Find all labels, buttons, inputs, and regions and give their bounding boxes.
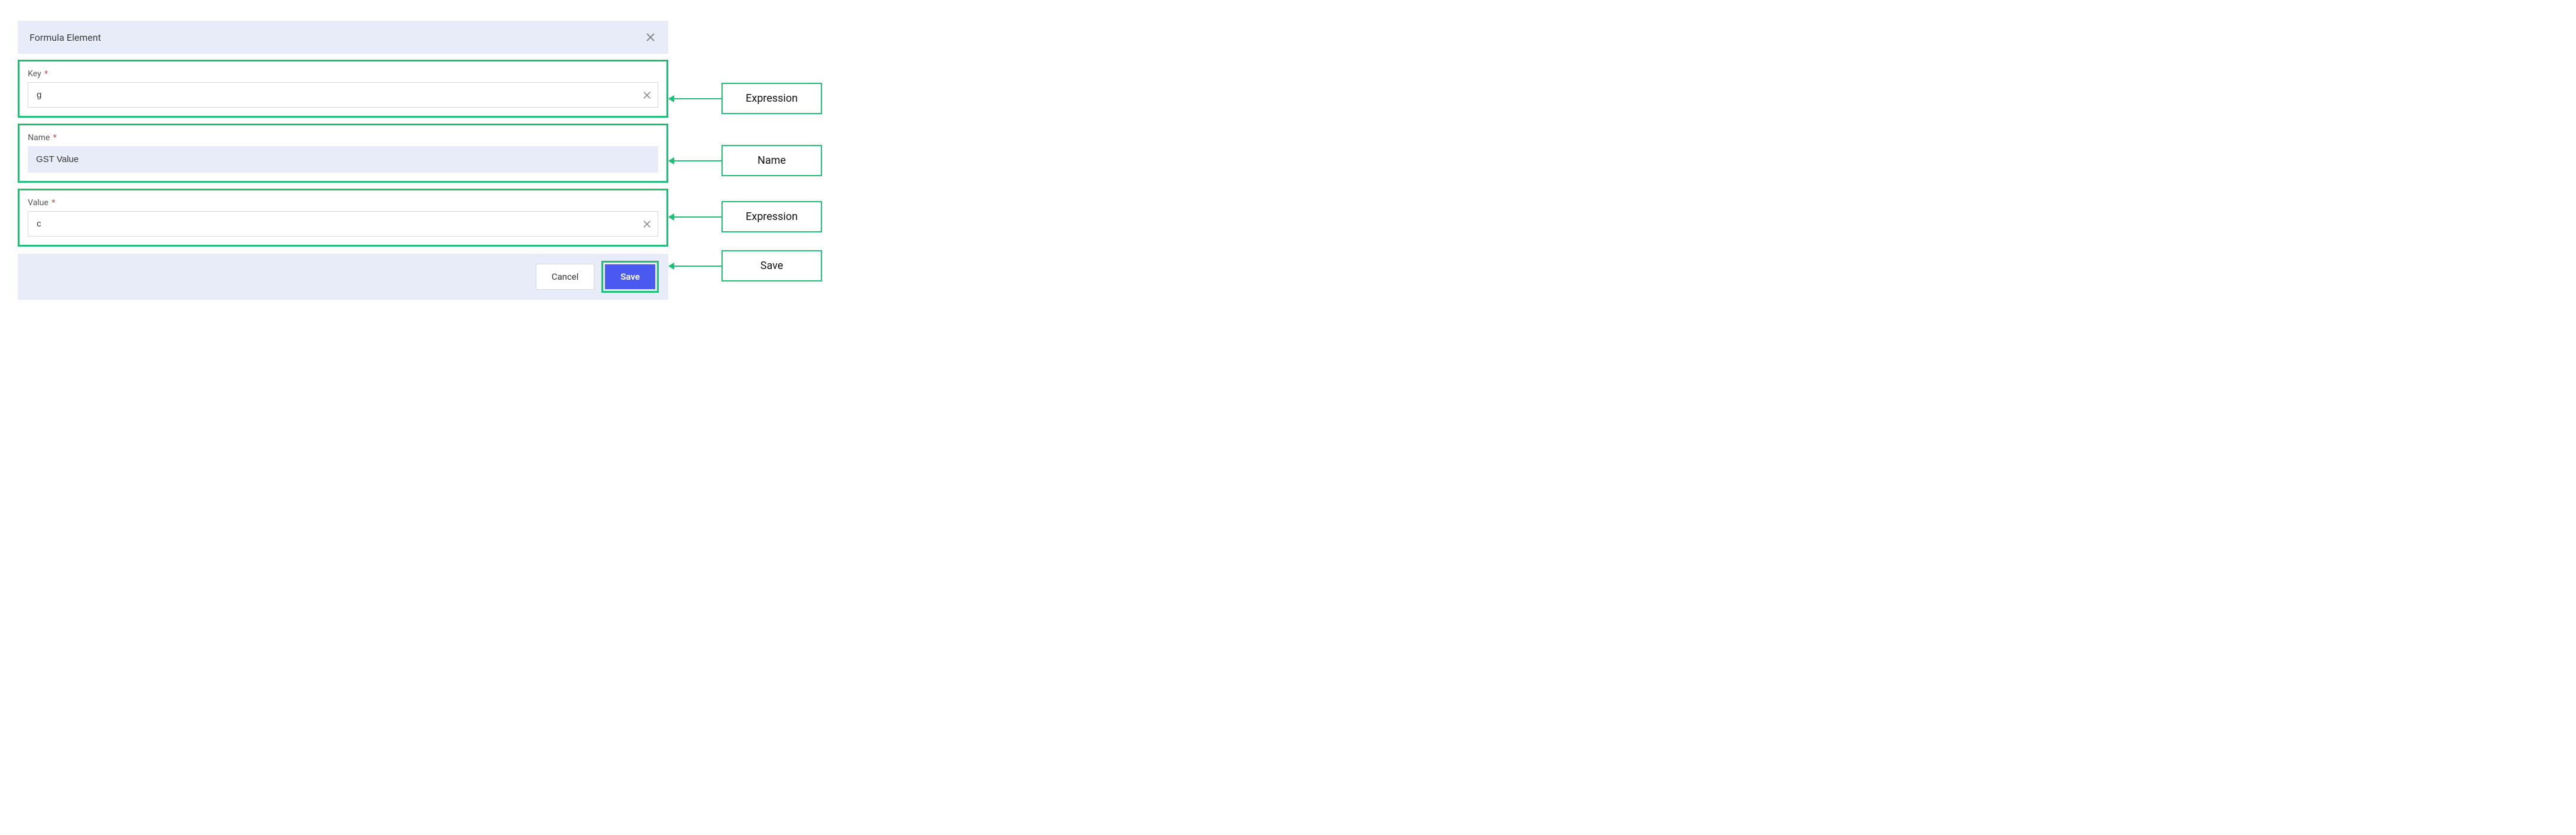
dialog-title: Formula Element — [30, 32, 101, 43]
value-label: Value * — [28, 198, 55, 208]
annotation-row-value: Expression — [668, 201, 822, 232]
formula-element-dialog: Formula Element Key * Name * — [18, 21, 668, 300]
annotation-row-key: Expression — [668, 83, 822, 114]
annotation-name: Name — [721, 145, 822, 176]
required-star: * — [43, 69, 48, 79]
save-button[interactable]: Save — [605, 264, 655, 289]
name-input[interactable] — [28, 146, 658, 173]
dialog-header: Formula Element — [18, 21, 668, 54]
value-input[interactable] — [28, 211, 658, 237]
key-label: Key * — [28, 69, 48, 79]
name-field-block: Name * — [18, 124, 668, 183]
annotation-save: Save — [721, 250, 822, 281]
required-star: * — [50, 198, 56, 208]
dialog-footer: Cancel Save — [18, 254, 668, 300]
cancel-button[interactable]: Cancel — [536, 264, 595, 290]
annotations-column: Expression Name Expression Save — [668, 21, 822, 281]
arrow-icon — [668, 263, 721, 270]
annotation-row-name: Name — [668, 145, 822, 176]
clear-icon[interactable] — [642, 219, 652, 229]
arrow-icon — [668, 157, 721, 164]
arrow-icon — [668, 95, 721, 102]
name-label: Name * — [28, 133, 57, 143]
arrow-icon — [668, 213, 721, 221]
required-star: * — [51, 133, 57, 143]
save-highlight: Save — [601, 261, 659, 293]
annotation-row-save: Save — [668, 250, 822, 281]
annotation-value: Expression — [721, 201, 822, 232]
annotation-key: Expression — [721, 83, 822, 114]
value-field-block: Value * — [18, 189, 668, 247]
key-input[interactable] — [28, 82, 658, 108]
clear-icon[interactable] — [642, 90, 652, 101]
key-field-block: Key * — [18, 60, 668, 118]
close-icon[interactable] — [645, 31, 656, 43]
